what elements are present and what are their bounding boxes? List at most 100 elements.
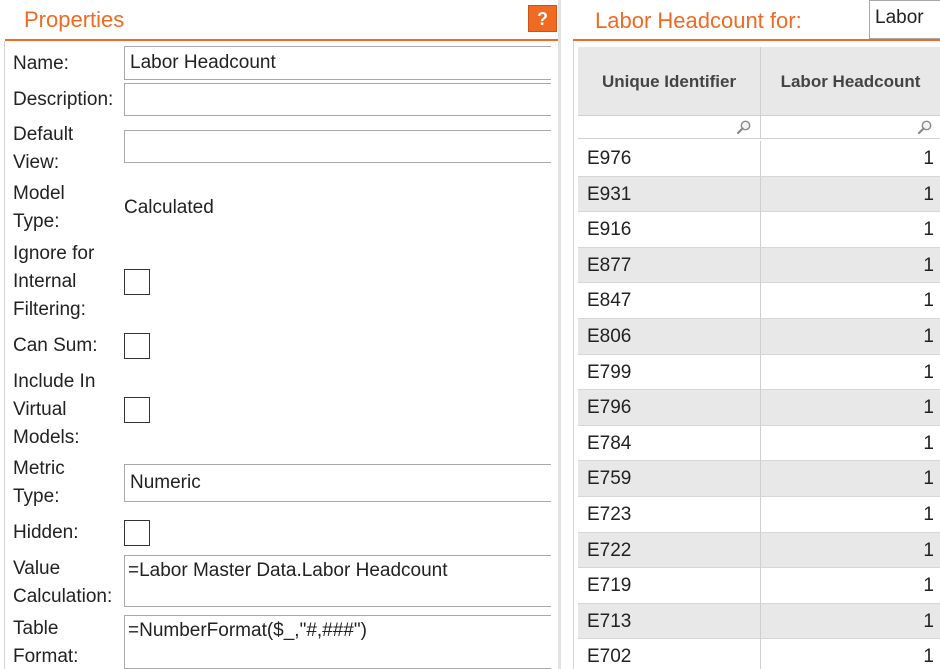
cell-labor-headcount: 1	[923, 254, 934, 276]
model-select[interactable]: Labor	[869, 0, 940, 39]
cell-labor-headcount: 1	[923, 432, 934, 454]
filter-cell-unique-identifier	[578, 116, 761, 138]
cell-unique-identifier: E916	[578, 212, 761, 248]
table-row[interactable]: E847 1	[578, 283, 940, 319]
table-row[interactable]: E931 1	[578, 176, 940, 213]
table-row[interactable]: E799 1	[578, 354, 940, 391]
can-sum-label: Can Sum:	[13, 335, 98, 356]
table-row[interactable]: E916 1	[578, 212, 940, 248]
search-icon[interactable]	[917, 119, 933, 135]
cell-labor-headcount: 1	[923, 325, 934, 347]
properties-title: Properties	[24, 7, 125, 32]
cell-unique-identifier: E931	[578, 176, 761, 212]
include-virtual-label-line1: Include In	[13, 371, 96, 392]
model-type-label-line2: Type:	[13, 211, 60, 232]
column-header-labor-headcount[interactable]: Labor Headcount	[761, 47, 940, 115]
table-row[interactable]: E877 1	[578, 247, 940, 284]
name-input[interactable]	[124, 46, 551, 80]
description-input[interactable]	[124, 83, 551, 116]
default-view-label-line2: View:	[13, 152, 60, 173]
cell-labor-headcount: 1	[923, 219, 934, 241]
preview-left-border	[573, 41, 574, 669]
filter-input-unique-identifier[interactable]	[581, 118, 731, 136]
preview-divider	[573, 39, 940, 41]
filter-row	[578, 115, 940, 139]
metric-type-label-line1: Metric	[13, 458, 65, 479]
metric-type-input[interactable]	[124, 464, 551, 502]
cell-unique-identifier: E702	[578, 639, 761, 669]
table-row[interactable]: E722 1	[578, 532, 940, 569]
hidden-label: Hidden:	[13, 522, 79, 543]
metric-type-label-line2: Type:	[13, 486, 60, 507]
preview-title: Labor Headcount for:	[595, 8, 802, 33]
cell-labor-headcount: 1	[923, 539, 934, 561]
table-row[interactable]: E702 1	[578, 639, 940, 669]
ignore-filtering-checkbox[interactable]	[124, 269, 150, 295]
cell-labor-headcount: 1	[923, 361, 934, 383]
ignore-filtering-label-line3: Filtering:	[13, 299, 86, 320]
filter-cell-labor-headcount	[761, 116, 940, 138]
table-row[interactable]: E806 1	[578, 318, 940, 355]
description-label: Description:	[13, 89, 114, 110]
cell-unique-identifier: E719	[578, 568, 761, 604]
value-calculation-label-line2: Calculation:	[13, 586, 113, 607]
cell-unique-identifier: E723	[578, 496, 761, 532]
properties-panel: Properties ? Name: Description: Default …	[0, 0, 561, 669]
hidden-checkbox[interactable]	[124, 520, 150, 546]
properties-divider	[5, 39, 561, 41]
table-row[interactable]: E719 1	[578, 568, 940, 604]
model-select-value: Labor	[875, 7, 924, 28]
help-button[interactable]: ?	[528, 5, 557, 32]
model-type-label-line1: Model	[13, 183, 65, 204]
table-row[interactable]: E759 1	[578, 461, 940, 497]
name-label: Name:	[13, 53, 69, 74]
cell-labor-headcount: 1	[923, 148, 934, 169]
cell-labor-headcount: 1	[923, 575, 934, 597]
cell-unique-identifier: E847	[578, 283, 761, 319]
value-calculation-label-line1: Value	[13, 558, 61, 579]
cell-labor-headcount: 1	[923, 183, 934, 205]
cell-unique-identifier: E796	[578, 390, 761, 426]
question-icon: ?	[537, 9, 548, 29]
ignore-filtering-label-line2: Internal	[13, 271, 77, 292]
preview-panel: Labor Headcount for: Labor Unique Identi…	[561, 0, 940, 669]
table-row[interactable]: E796 1	[578, 390, 940, 426]
properties-left-border	[4, 41, 5, 669]
cell-unique-identifier: E722	[578, 532, 761, 568]
table-row[interactable]: E713 1	[578, 603, 940, 640]
table-format-label-line1: Table	[13, 618, 59, 639]
ignore-filtering-label-line1: Ignore for	[13, 243, 95, 264]
table-row[interactable]: E976 1	[578, 141, 940, 177]
value-calculation-input[interactable]: =Labor Master Data.Labor Headcount	[124, 555, 551, 607]
include-virtual-label-line2: Virtual	[13, 399, 67, 420]
cell-labor-headcount: 1	[923, 397, 934, 419]
cell-labor-headcount: 1	[923, 646, 934, 668]
table-format-input[interactable]: =NumberFormat($_,"#,###")	[124, 615, 551, 669]
properties-header: Properties ?	[0, 0, 561, 42]
cell-labor-headcount: 1	[923, 290, 934, 312]
grid-body: E976 1 E931 1 E916 1 E877 1 E847 1 E806 1 E799…	[578, 141, 940, 669]
can-sum-checkbox[interactable]	[124, 333, 150, 359]
default-view-input[interactable]	[124, 130, 551, 163]
filter-input-labor-headcount[interactable]	[764, 118, 910, 136]
cell-labor-headcount: 1	[923, 468, 934, 490]
table-row[interactable]: E723 1	[578, 496, 940, 533]
cell-unique-identifier: E877	[578, 247, 761, 283]
cell-unique-identifier: E713	[578, 603, 761, 639]
table-row[interactable]: E784 1	[578, 425, 940, 462]
grid-header: Unique Identifier Labor Headcount	[578, 47, 940, 115]
cell-labor-headcount: 1	[923, 503, 934, 525]
table-format-label-line2: Format:	[13, 646, 79, 667]
cell-unique-identifier: E759	[578, 461, 761, 497]
cell-labor-headcount: 1	[923, 610, 934, 632]
search-icon[interactable]	[736, 119, 752, 135]
column-header-unique-identifier[interactable]: Unique Identifier	[578, 47, 761, 115]
include-virtual-label-line3: Models:	[13, 427, 80, 448]
include-virtual-checkbox[interactable]	[124, 397, 150, 423]
default-view-label-line1: Default	[13, 124, 74, 145]
cell-unique-identifier: E976	[578, 141, 761, 176]
cell-unique-identifier: E799	[578, 354, 761, 390]
model-type-value: Calculated	[124, 197, 214, 218]
cell-unique-identifier: E806	[578, 318, 761, 354]
cell-unique-identifier: E784	[578, 425, 761, 461]
